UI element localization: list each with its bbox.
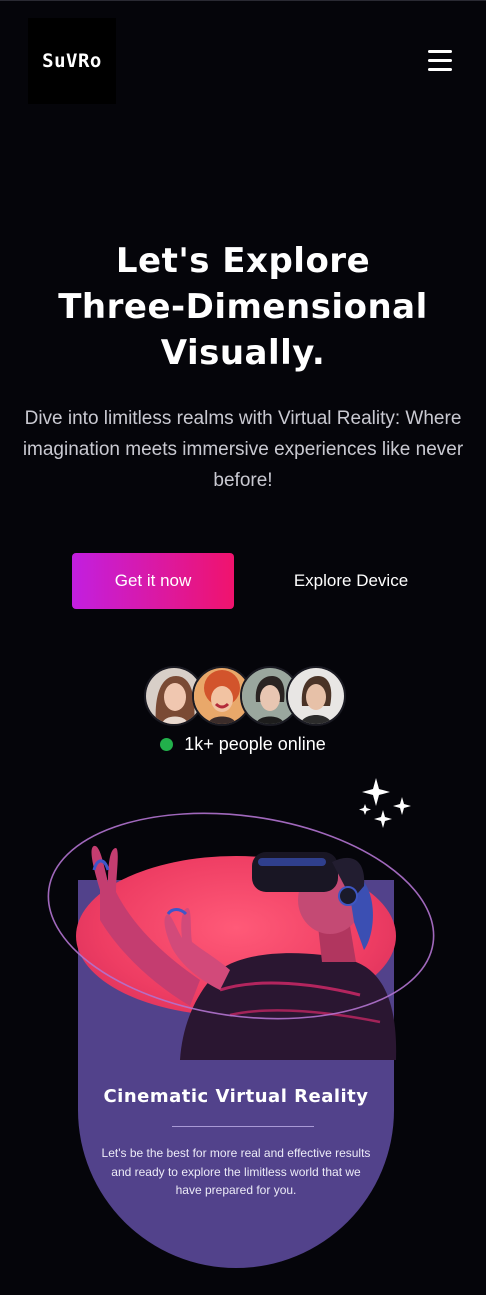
online-count: 1k+ people online	[184, 734, 326, 754]
top-border	[0, 0, 486, 1]
avatar	[286, 666, 346, 726]
online-dot-icon	[160, 738, 174, 751]
explore-device-button[interactable]: Explore Device	[270, 553, 432, 609]
logo[interactable]: SuVRo	[28, 18, 116, 104]
showcase-title: Cinematic Virtual Reality	[103, 1086, 369, 1107]
hero-title-line-3: Visually.	[160, 333, 326, 373]
hero-description: Dive into limitless realms with Virtual …	[22, 408, 464, 491]
get-it-now-button[interactable]: Get it now	[72, 553, 234, 609]
hero-title-line-2: Three-Dimensional	[58, 287, 428, 327]
hero-title: Let's Explore Three-Dimensional Visually…	[0, 238, 486, 376]
hero-title-line-1: Let's Explore	[115, 241, 371, 281]
showcase-ring	[47, 812, 435, 1020]
hamburger-menu-icon[interactable]	[426, 50, 456, 74]
showcase: Cinematic Virtual Reality Let's be the b…	[0, 790, 486, 1295]
avatar-group	[144, 666, 346, 726]
online-status: 1k+ people online	[0, 734, 486, 755]
showcase-body: Let's be the best for more real and effe…	[101, 1146, 371, 1197]
showcase-divider	[172, 1126, 314, 1127]
logo-text: SuVRo	[42, 50, 102, 72]
